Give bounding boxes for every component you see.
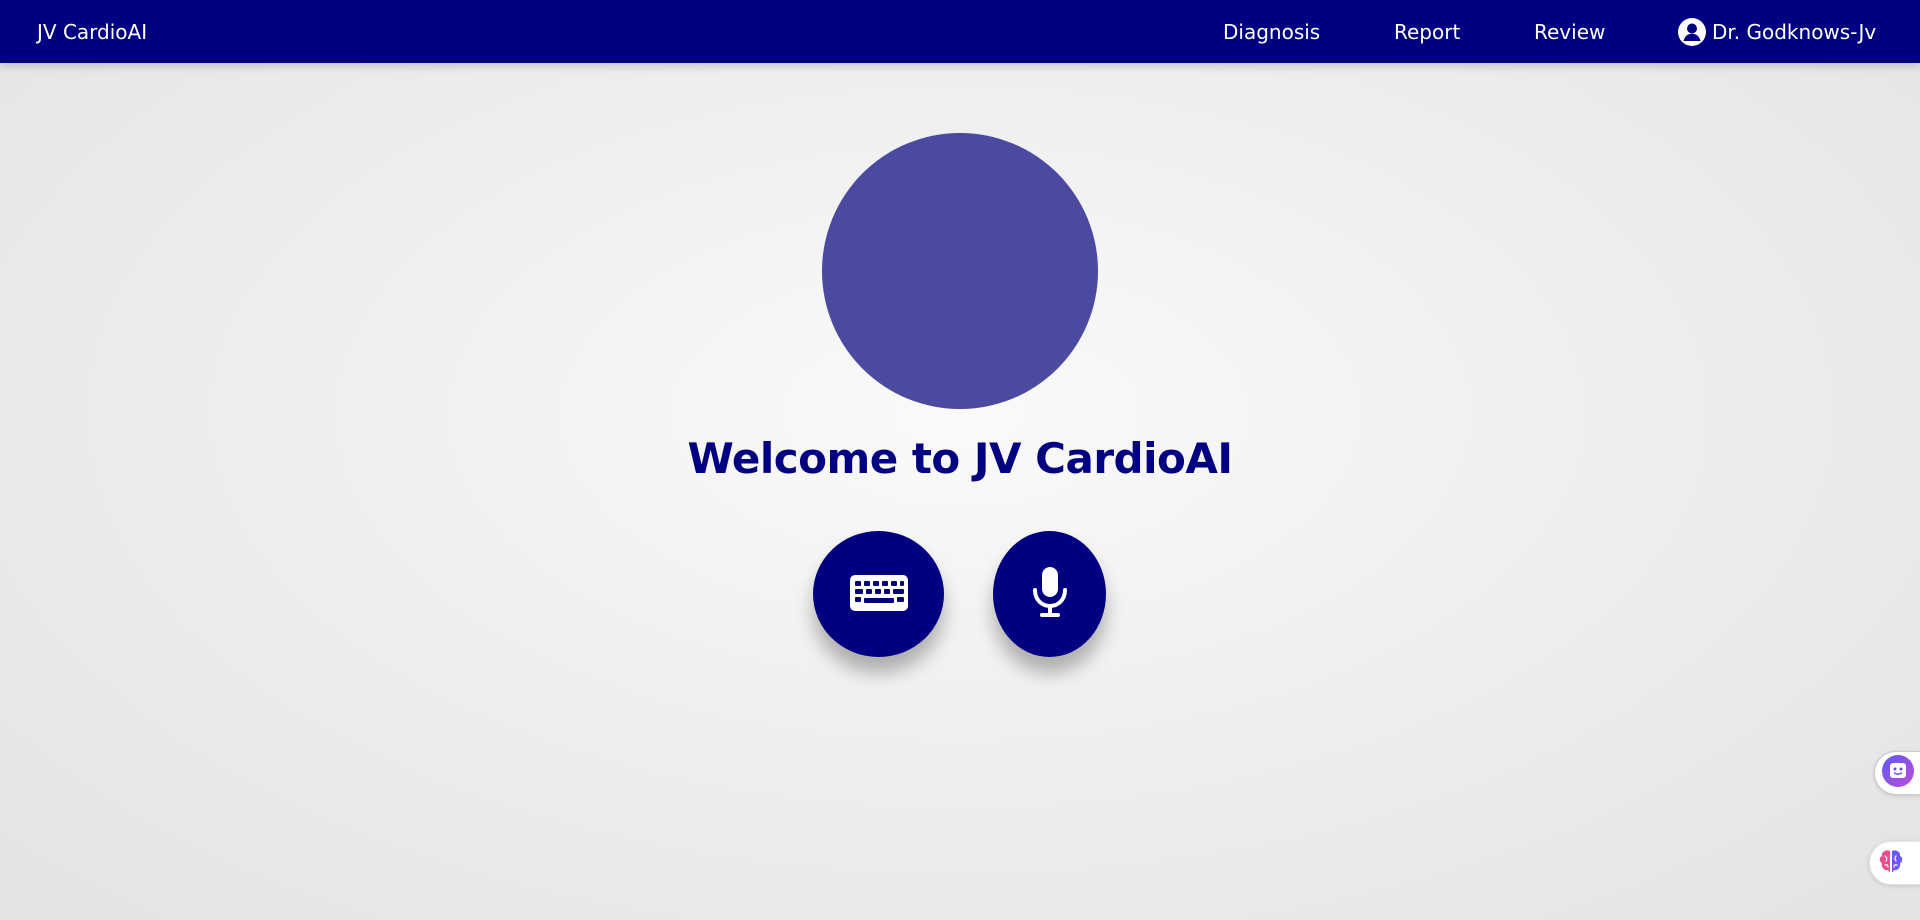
nav-link-report[interactable]: Report	[1394, 0, 1460, 63]
microphone-icon	[1031, 566, 1069, 622]
nav-link-review[interactable]: Review	[1534, 0, 1605, 63]
user-name: Dr. Godknows-Jv	[1712, 19, 1877, 44]
microphone-input-button[interactable]	[993, 531, 1106, 657]
keyboard-icon	[849, 574, 908, 614]
brand-link[interactable]: JV CardioAI	[37, 0, 147, 63]
assistant-avatar	[822, 133, 1098, 409]
welcome-title: Welcome to JV CardioAI	[687, 434, 1233, 483]
brain-widget[interactable]	[1869, 841, 1920, 885]
user-circle-icon	[1677, 17, 1707, 47]
keyboard-input-button[interactable]	[813, 531, 944, 657]
brain-icon	[1876, 846, 1906, 880]
chatbot-widget[interactable]	[1874, 751, 1920, 795]
top-navbar: JV CardioAI Diagnosis Report Review Dr. …	[0, 0, 1920, 63]
nav-link-diagnosis[interactable]: Diagnosis	[1223, 0, 1320, 63]
chatbot-face-icon	[1881, 754, 1915, 792]
user-menu[interactable]: Dr. Godknows-Jv	[1677, 0, 1876, 63]
